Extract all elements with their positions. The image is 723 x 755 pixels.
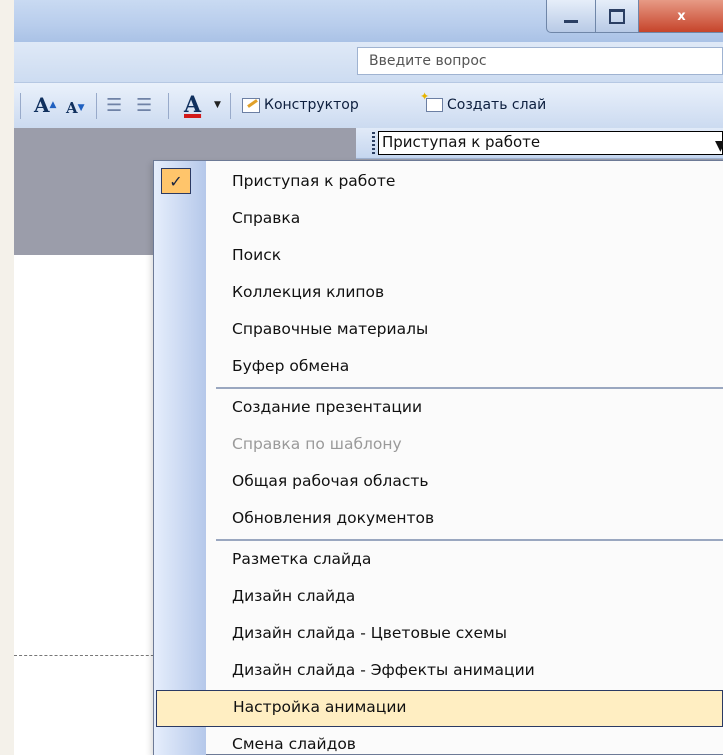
menu-item-help[interactable]: Справка [154,201,723,238]
menu-item-slide-design-animation-schemes[interactable]: Дизайн слайда - Эффекты анимации [154,653,723,690]
menu-item-custom-animation[interactable]: Настройка анимации [156,690,723,727]
menu-item-template-help: Справка по шаблону [154,427,723,464]
minimize-button[interactable] [546,0,596,33]
menu-item-label: Справка по шаблону [232,435,402,453]
design-icon [242,97,260,113]
menu-separator [216,387,723,389]
restore-icon [609,8,625,24]
menu-item-label: Справка [232,209,301,227]
menu-item-label: Разметка слайда [232,550,372,568]
task-pane-menu: ✓ Приступая к работе Справка Поиск Колле… [153,160,723,755]
decrease-indent-button[interactable]: ☰ [106,91,122,119]
new-slide-icon [420,90,443,112]
menu-item-label: Создание презентации [232,398,423,416]
increase-indent-icon: ☰ [136,94,153,116]
increase-indent-button[interactable]: ☰ [136,91,152,119]
grip-icon[interactable] [372,132,375,154]
font-color-dropdown[interactable]: ▼ [214,91,221,119]
menu-item-slide-layout[interactable]: Разметка слайда [154,542,723,579]
font-color-icon: A [184,92,202,118]
checkmark-icon: ✓ [161,168,191,194]
decrease-font-size-button[interactable]: A ▼ [66,94,85,122]
toolbar-separator [20,93,21,119]
chevron-down-icon[interactable]: ▼ [715,138,723,154]
menu-item-label: Справочные материалы [232,320,429,338]
close-button[interactable]: x [638,0,723,33]
menu-item-label: Буфер обмена [232,357,350,375]
menu-separator [216,539,723,541]
task-pane-selector[interactable]: Приступая к работе ▼ [378,131,723,155]
menu-item-label: Коллекция клипов [232,283,385,301]
increase-font-size-button[interactable]: A ▲ [34,91,56,119]
design-button[interactable]: Конструктор [242,91,359,119]
menu-item-label: Смена слайдов [232,735,356,753]
task-pane-selected: Приступая к работе [382,133,541,151]
menu-item-label: Настройка анимации [233,698,407,716]
menu-item-label: Поиск [232,246,282,264]
menu-item-new-presentation[interactable]: Создание презентации [154,390,723,427]
menu-item-getting-started[interactable]: ✓ Приступая к работе [154,164,723,201]
menu-item-label: Обновления документов [232,509,435,527]
menu-item-slide-transition[interactable]: Смена слайдов [154,727,723,755]
slide-placeholder-border [14,655,164,656]
formatting-toolbar: A▲ A▼ ☰ ☰ A ▼ Конструктор Создать слай [14,82,723,129]
new-slide-label: Создать слай [447,97,547,113]
restore-button[interactable] [595,0,639,33]
menu-item-label: Дизайн слайда - Эффекты анимации [232,661,535,679]
menu-item-document-updates[interactable]: Обновления документов [154,501,723,538]
toolbar-separator [96,93,97,119]
menu-item-slide-design[interactable]: Дизайн слайда [154,579,723,616]
toolbar-separator [168,93,169,119]
toolbar-separator [230,93,231,119]
design-label: Конструктор [264,97,359,113]
menu-item-clip-art[interactable]: Коллекция клипов [154,275,723,312]
help-question-box[interactable]: Введите вопрос ▼ [357,47,723,75]
menu-item-slide-design-color-schemes[interactable]: Дизайн слайда - Цветовые схемы [154,616,723,653]
menu-item-label: Приступая к работе [232,172,396,190]
menu-item-research[interactable]: Справочные материалы [154,312,723,349]
menu-item-search[interactable]: Поиск [154,238,723,275]
minimize-icon [564,19,578,23]
menu-item-label: Дизайн слайда - Цветовые схемы [232,624,507,642]
app-window: x Введите вопрос ▼ A▲ A▼ ☰ ☰ A ▼ Кон [14,0,723,755]
menu-item-shared-workspace[interactable]: Общая рабочая область [154,464,723,501]
menu-item-label: Общая рабочая область [232,472,429,490]
decrease-indent-icon: ☰ [106,94,123,116]
new-slide-button[interactable]: Создать слай [420,90,547,119]
task-pane-header: Приступая к работе ▼ [356,128,723,159]
help-question-placeholder: Введите вопрос [369,53,487,69]
increase-font-size-icon: A [34,93,50,117]
font-color-button[interactable]: A [184,91,201,119]
menu-item-label: Дизайн слайда [232,587,356,605]
menu-item-clipboard[interactable]: Буфер обмена [154,349,723,386]
decrease-font-size-icon: A [66,99,78,117]
title-bar: x [14,0,723,42]
close-icon: x [677,8,686,24]
chevron-down-icon: ▼ [214,100,221,110]
